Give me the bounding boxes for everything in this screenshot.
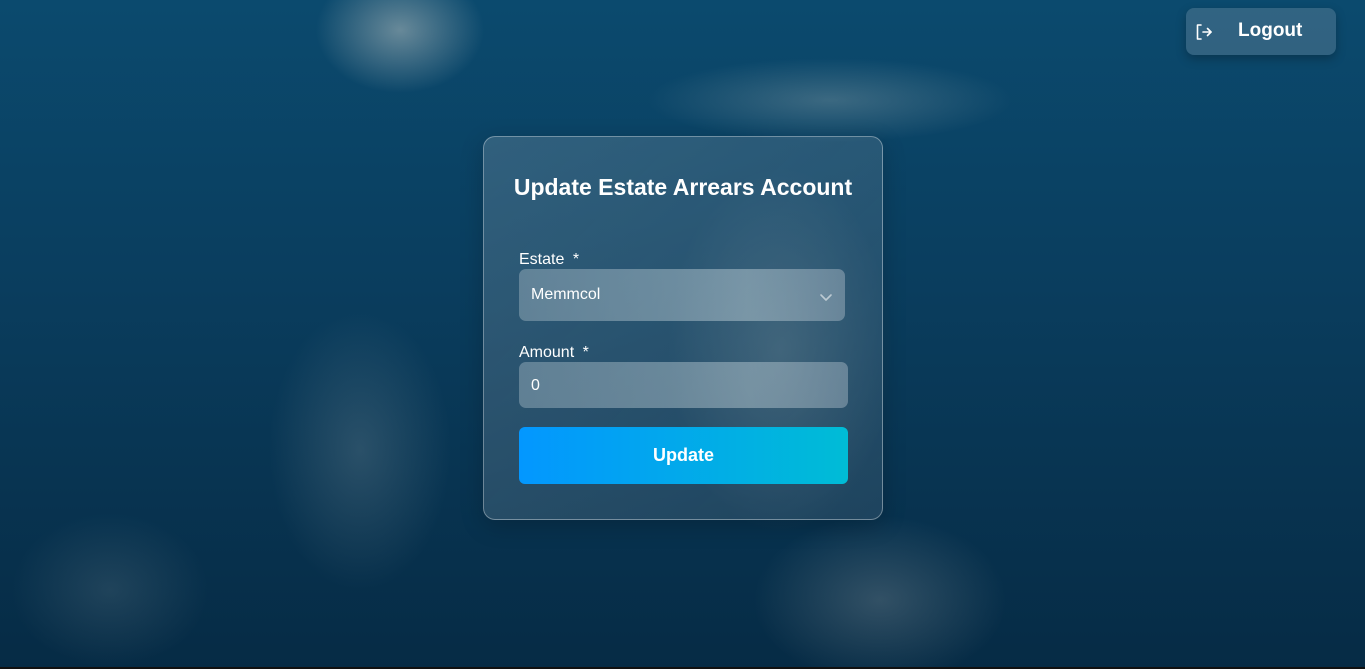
- logout-button[interactable]: Logout: [1186, 8, 1336, 55]
- chevron-down-icon: [819, 289, 833, 301]
- amount-label: Amount *: [519, 344, 589, 362]
- estate-select[interactable]: Memmcol: [519, 269, 845, 321]
- amount-required-marker: *: [582, 344, 589, 361]
- logout-label: Logout: [1238, 20, 1303, 41]
- page-title: Update Estate Arrears Account: [513, 174, 853, 200]
- update-arrears-card: Update Estate Arrears Account Estate * M…: [483, 136, 883, 520]
- estate-label-text: Estate: [519, 251, 565, 268]
- estate-required-marker: *: [572, 251, 580, 268]
- estate-label: Estate *: [519, 251, 579, 269]
- logout-icon: [1194, 22, 1214, 42]
- amount-input[interactable]: 0: [519, 362, 848, 408]
- update-button[interactable]: Update: [519, 427, 848, 484]
- amount-input-value: 0: [531, 377, 540, 394]
- amount-label-text: Amount: [519, 344, 575, 361]
- page-background: { "header": { "logout": { "label": "Logo…: [0, 0, 1365, 669]
- estate-selected-value: Memmcol: [531, 286, 601, 303]
